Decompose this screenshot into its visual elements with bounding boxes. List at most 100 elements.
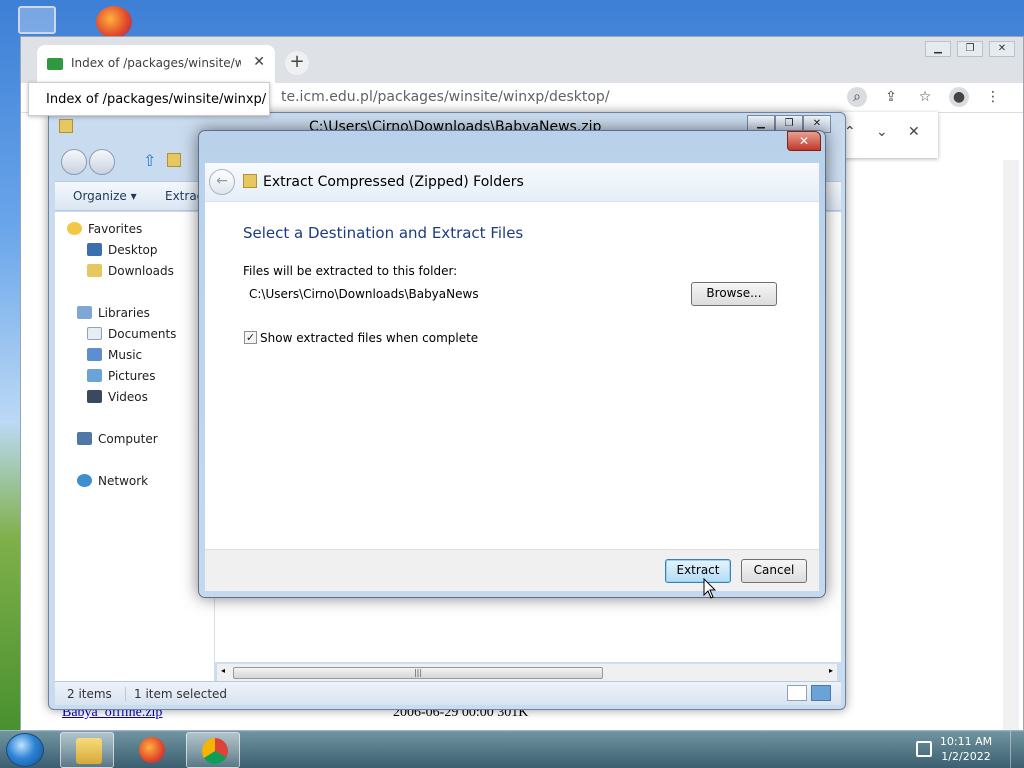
firefox-desktop-icon[interactable] [96, 6, 132, 38]
taskbar-chrome[interactable] [186, 732, 240, 768]
taskbar-explorer[interactable] [60, 732, 114, 768]
network-tray-icon[interactable] [916, 741, 932, 757]
show-files-label[interactable]: Show extracted files when complete [260, 331, 478, 345]
back-button[interactable] [61, 149, 87, 175]
explorer-taskbar-icon [76, 738, 102, 764]
dialog-footer: Extract Cancel [205, 549, 819, 591]
nav-computer-label: Computer [98, 432, 158, 446]
find-close-icon[interactable]: ✕ [908, 124, 920, 140]
computer-icon [77, 432, 92, 445]
show-files-checkbox[interactable]: ✓ [244, 331, 257, 344]
toolbar-icons: ⌕ ⇪ ☆ ● ⋮ [847, 87, 1003, 107]
pictures-icon [87, 369, 102, 382]
maximize-button[interactable]: ❐ [957, 41, 983, 57]
nav-libraries-label: Libraries [98, 306, 150, 320]
horizontal-scrollbar[interactable]: ◂ ||| ▸ [217, 663, 837, 681]
system-clock[interactable]: 10:11 AM 1/2/2022 [936, 734, 996, 764]
nav-favorites[interactable]: Favorites [67, 220, 142, 238]
extract-dialog: ✕ ← Extract Compressed (Zipped) Folders … [198, 130, 826, 598]
dialog-heading: Select a Destination and Extract Files [243, 224, 524, 242]
status-bar: 2 items 1 item selected [55, 681, 841, 705]
close-tab-icon[interactable]: ✕ [253, 54, 265, 70]
zip-folder-icon [243, 174, 257, 188]
firefox-icon [139, 737, 165, 763]
scroll-right-arrow-icon[interactable]: ▸ [829, 666, 833, 675]
nav-favorites-label: Favorites [88, 222, 143, 236]
network-icon [77, 474, 92, 487]
folder-title-icon [59, 119, 73, 133]
details-view-icon[interactable] [787, 685, 807, 701]
star-icon [67, 222, 82, 235]
browser-tab[interactable]: Index of /packages/winsite/winxp ✕ [37, 45, 275, 83]
cancel-button[interactable]: Cancel [741, 559, 807, 583]
downloads-icon [87, 264, 102, 277]
dialog-body: Select a Destination and Extract Files F… [205, 201, 819, 549]
address-bar[interactable]: te.icm.edu.pl/packages/winsite/winxp/des… [281, 89, 610, 105]
organize-button[interactable]: Organize ▾ [73, 189, 137, 203]
page-favicon-icon [47, 58, 63, 70]
dialog-close-button[interactable]: ✕ [787, 131, 821, 151]
clock-time: 10:11 AM [939, 735, 993, 748]
page-scrollbar[interactable] [1003, 160, 1019, 730]
recycle-bin-icon[interactable] [18, 6, 56, 34]
find-bar: ⌃ ⌄ ✕ [838, 112, 938, 158]
nav-desktop-label: Desktop [108, 243, 158, 257]
nav-videos-label: Videos [108, 390, 148, 404]
nav-computer[interactable]: Computer [77, 430, 158, 448]
minimize-button[interactable]: ▁ [925, 41, 951, 57]
libraries-icon [77, 306, 92, 319]
tab-strip: Index of /packages/winsite/winxp ✕ + ▁ ❐… [21, 37, 1023, 83]
browser-window-controls: ▁ ❐ ✕ [925, 41, 1015, 57]
documents-icon [87, 327, 102, 340]
profile-icon[interactable]: ● [949, 87, 969, 107]
dialog-back-button[interactable]: ← [209, 169, 235, 195]
clock-date: 1/2/2022 [941, 750, 991, 763]
bookmark-star-icon[interactable]: ☆ [915, 87, 935, 107]
nav-libraries[interactable]: Libraries [77, 304, 150, 322]
nav-documents[interactable]: Documents [87, 325, 176, 343]
find-next-icon[interactable]: ⌄ [876, 124, 888, 140]
mouse-cursor-icon [703, 578, 717, 599]
browse-button[interactable]: Browse... [691, 282, 777, 306]
status-selected: 1 item selected [125, 687, 227, 701]
taskbar-firefox[interactable] [124, 732, 178, 768]
show-desktop-button[interactable] [1010, 731, 1024, 768]
share-icon[interactable]: ⇪ [881, 87, 901, 107]
tab-title: Index of /packages/winsite/winxp [71, 56, 241, 70]
close-button[interactable]: ✕ [989, 41, 1015, 57]
taskbar: 10:11 AM 1/2/2022 [0, 730, 1024, 768]
up-arrow-icon[interactable]: ⇧ [143, 151, 156, 170]
nav-network[interactable]: Network [77, 472, 148, 490]
status-item-count: 2 items [67, 687, 112, 701]
nav-pictures[interactable]: Pictures [87, 367, 156, 385]
nav-buttons: ⇧ [61, 149, 201, 175]
desktop-icon [87, 243, 102, 256]
scroll-thumb[interactable]: ||| [233, 667, 603, 679]
nav-videos[interactable]: Videos [87, 388, 148, 406]
music-icon [87, 348, 102, 361]
scroll-left-arrow-icon[interactable]: ◂ [221, 666, 225, 675]
forward-button[interactable] [89, 149, 115, 175]
destination-label: Files will be extracted to this folder: [243, 264, 458, 278]
extract-button[interactable]: Extract [665, 559, 731, 583]
nav-downloads-label: Downloads [108, 264, 174, 278]
chrome-icon [202, 738, 228, 764]
nav-network-label: Network [98, 474, 149, 488]
new-tab-button[interactable]: + [285, 51, 309, 75]
menu-icon[interactable]: ⋮ [983, 87, 1003, 107]
dialog-header: ← Extract Compressed (Zipped) Folders [205, 163, 819, 201]
dialog-title: Extract Compressed (Zipped) Folders [263, 174, 524, 190]
preview-view-icon[interactable] [811, 685, 831, 701]
nav-documents-label: Documents [108, 327, 177, 341]
destination-path[interactable]: C:\Users\Cirno\Downloads\BabyaNews [249, 287, 479, 301]
nav-pictures-label: Pictures [108, 369, 156, 383]
tab-tooltip: Index of /packages/winsite/winxp/ [28, 82, 270, 116]
videos-icon [87, 390, 102, 403]
find-icon[interactable]: ⌕ [847, 87, 867, 107]
navigation-pane: Favorites Desktop Downloads Libraries Do… [55, 212, 215, 682]
start-button[interactable] [6, 733, 44, 767]
nav-downloads[interactable]: Downloads [87, 262, 174, 280]
nav-music[interactable]: Music [87, 346, 142, 364]
nav-desktop[interactable]: Desktop [87, 241, 158, 259]
folder-icon [167, 153, 181, 167]
